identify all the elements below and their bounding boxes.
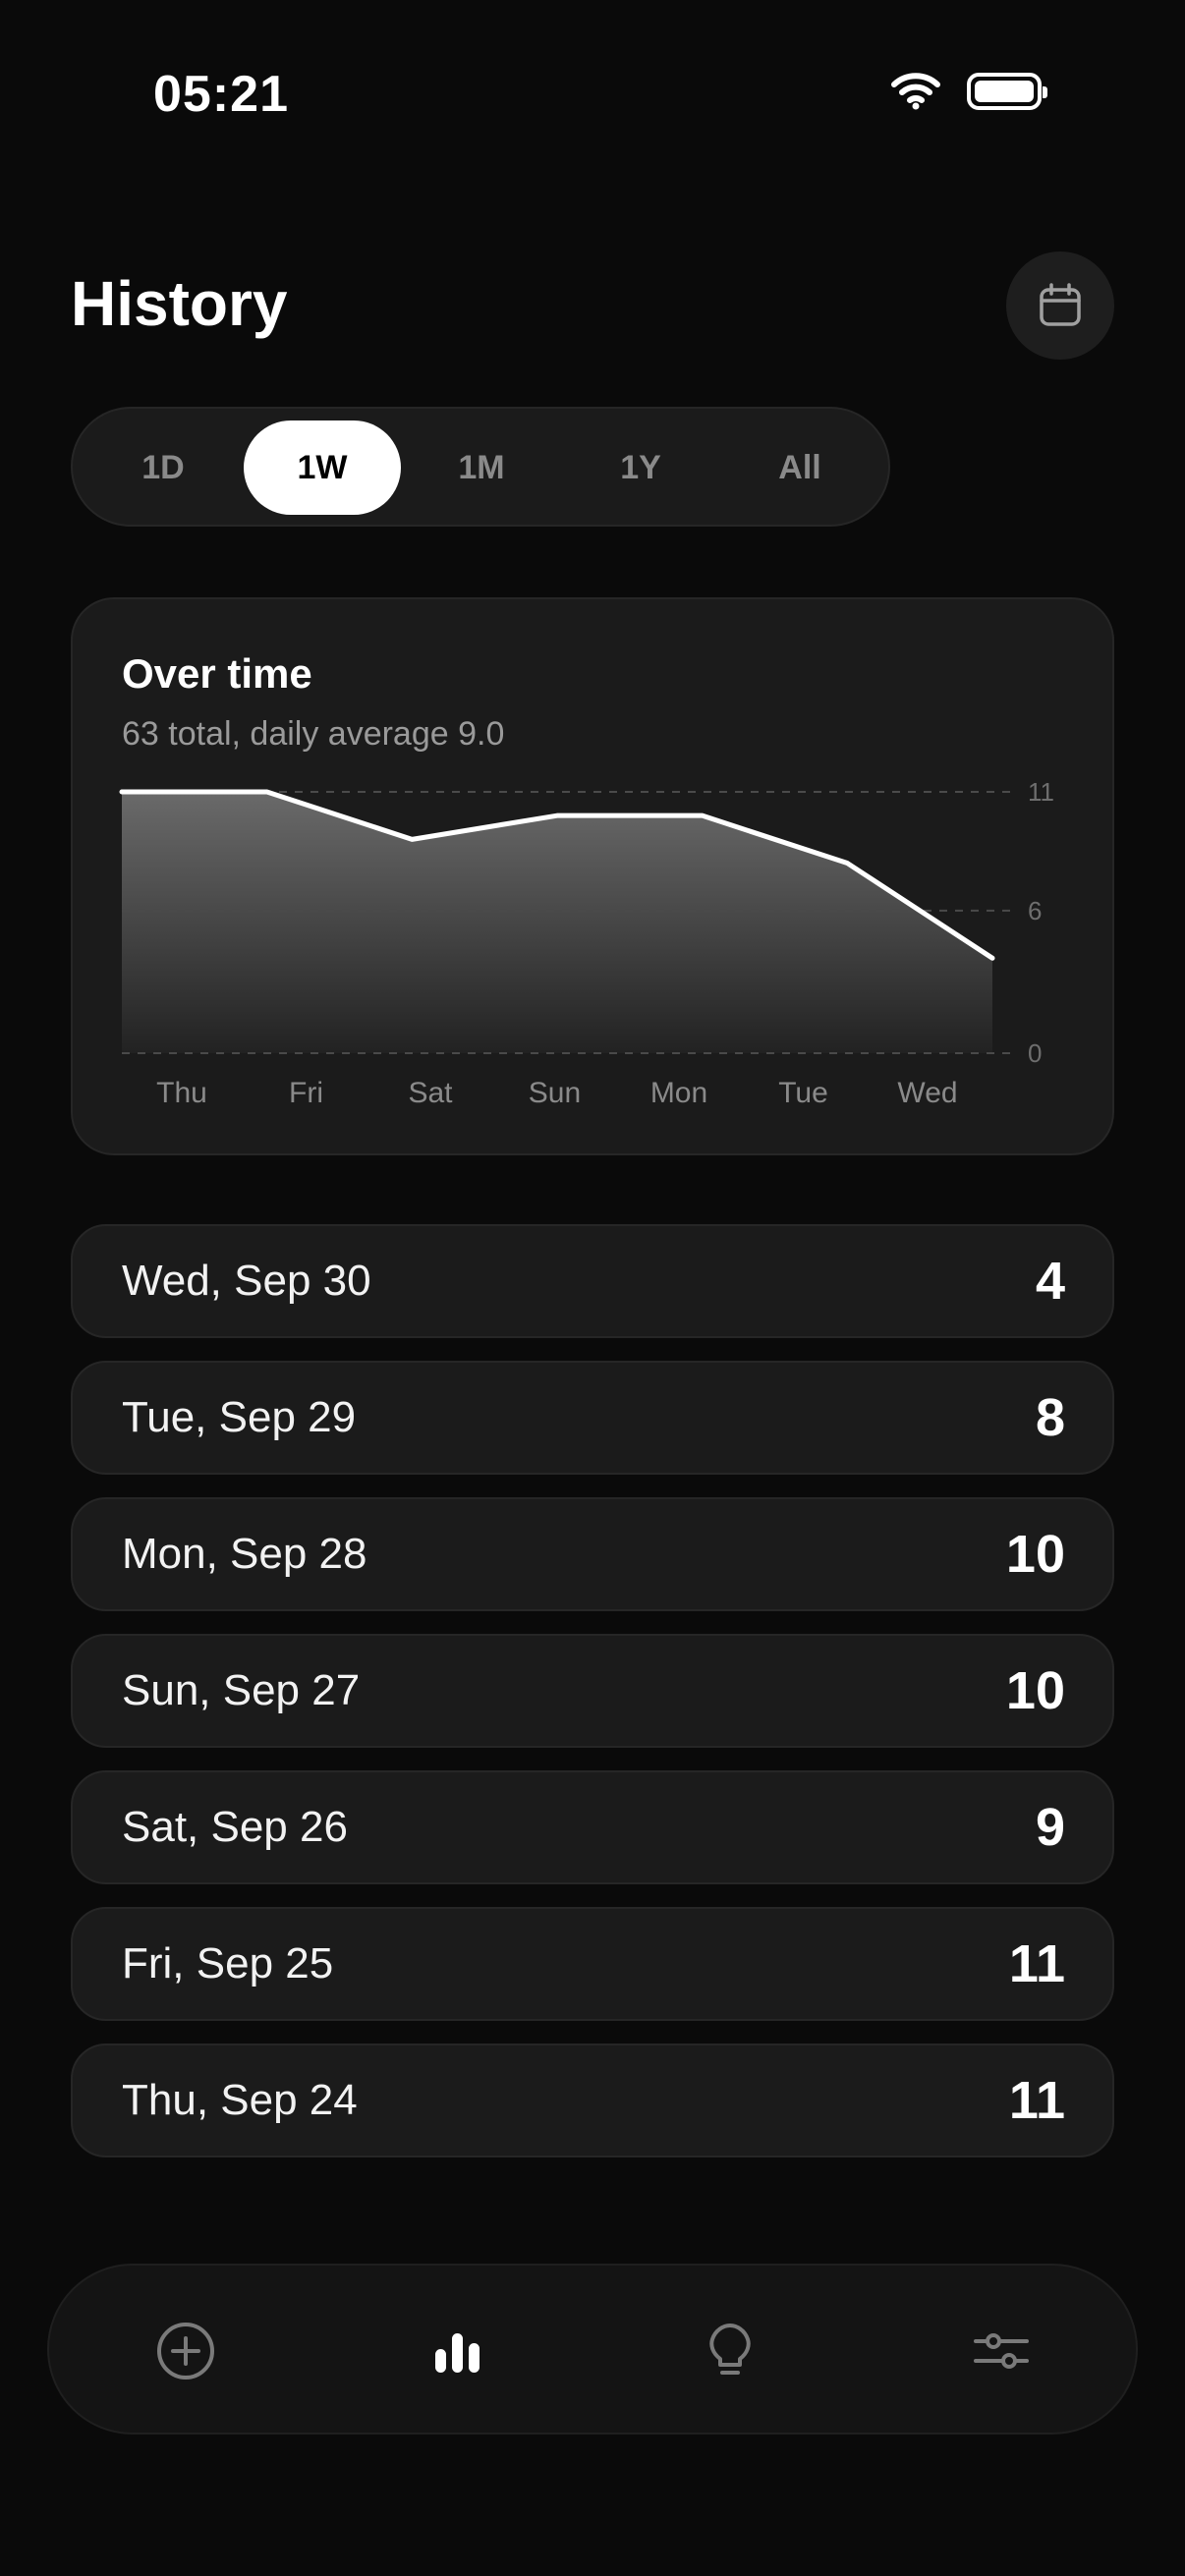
day-count: 10 (1005, 1525, 1065, 1584)
range-selector: 1D 1W 1M 1Y All (71, 407, 890, 527)
day-label: Tue, Sep 29 (122, 1393, 357, 1441)
bar-chart-icon (435, 2333, 480, 2373)
x-tick-label: Wed (897, 1077, 957, 1109)
day-count: 9 (1035, 1798, 1065, 1857)
x-tick-label: Sun (529, 1077, 581, 1109)
status-time: 05:21 (153, 66, 289, 123)
tab-bar (47, 2264, 1138, 2435)
status-icons (890, 73, 1047, 110)
over-time-chart: 11 6 0 Thu Fri Sat Sun Mon Tue Wed (119, 777, 1054, 1109)
day-row[interactable]: Wed, Sep 30 4 (71, 1224, 1114, 1338)
day-label: Sat, Sep 26 (122, 1803, 348, 1851)
range-tab-1w[interactable]: 1W (244, 420, 401, 515)
battery-icon (967, 73, 1047, 110)
x-tick-label: Thu (156, 1077, 207, 1109)
day-count: 8 (1035, 1388, 1065, 1447)
page-title: History (71, 268, 288, 339)
day-row[interactable]: Sun, Sep 27 10 (71, 1634, 1114, 1748)
add-circle-icon (157, 2323, 214, 2380)
day-count: 10 (1005, 1661, 1065, 1720)
lightbulb-icon (709, 2324, 751, 2375)
day-row[interactable]: Thu, Sep 24 11 (71, 2044, 1114, 2157)
day-label: Sun, Sep 27 (122, 1666, 361, 1714)
day-label: Wed, Sep 30 (122, 1257, 371, 1305)
tab-insights[interactable] (676, 2297, 784, 2405)
day-label: Mon, Sep 28 (122, 1530, 367, 1578)
day-row[interactable]: Tue, Sep 29 8 (71, 1361, 1114, 1475)
x-tick-label: Mon (650, 1077, 707, 1109)
day-label: Thu, Sep 24 (122, 2076, 358, 2124)
sliders-icon (974, 2333, 1029, 2369)
range-tab-1d[interactable]: 1D (85, 420, 242, 515)
day-count: 11 (1008, 1934, 1065, 1993)
calendar-button[interactable] (1006, 252, 1114, 360)
x-tick-label: Tue (778, 1077, 828, 1109)
x-tick-label: Sat (408, 1077, 453, 1109)
chart-area (122, 792, 992, 1053)
wifi-icon (891, 73, 940, 110)
day-label: Fri, Sep 25 (122, 1939, 334, 1988)
range-tab-1y[interactable]: 1Y (562, 420, 719, 515)
y-tick-label: 0 (1028, 1038, 1042, 1068)
tab-add[interactable] (132, 2297, 240, 2405)
day-row[interactable]: Mon, Sep 28 10 (71, 1497, 1114, 1611)
range-tab-1m[interactable]: 1M (403, 420, 560, 515)
day-row[interactable]: Fri, Sep 25 11 (71, 1907, 1114, 2021)
calendar-icon (1040, 283, 1081, 326)
x-tick-label: Fri (289, 1077, 323, 1109)
range-tab-all[interactable]: All (721, 420, 878, 515)
day-count: 11 (1008, 2071, 1065, 2130)
chart-card: Over time 63 total, daily average 9.0 11… (71, 597, 1114, 1155)
day-row[interactable]: Sat, Sep 26 9 (71, 1770, 1114, 1884)
day-count: 4 (1035, 1252, 1065, 1311)
day-list: Wed, Sep 30 4 Tue, Sep 29 8 Mon, Sep 28 … (71, 1224, 1114, 2180)
y-tick-label: 6 (1028, 896, 1042, 925)
tab-settings[interactable] (947, 2297, 1055, 2405)
tab-history[interactable] (403, 2297, 511, 2405)
y-tick-label: 11 (1028, 777, 1054, 807)
